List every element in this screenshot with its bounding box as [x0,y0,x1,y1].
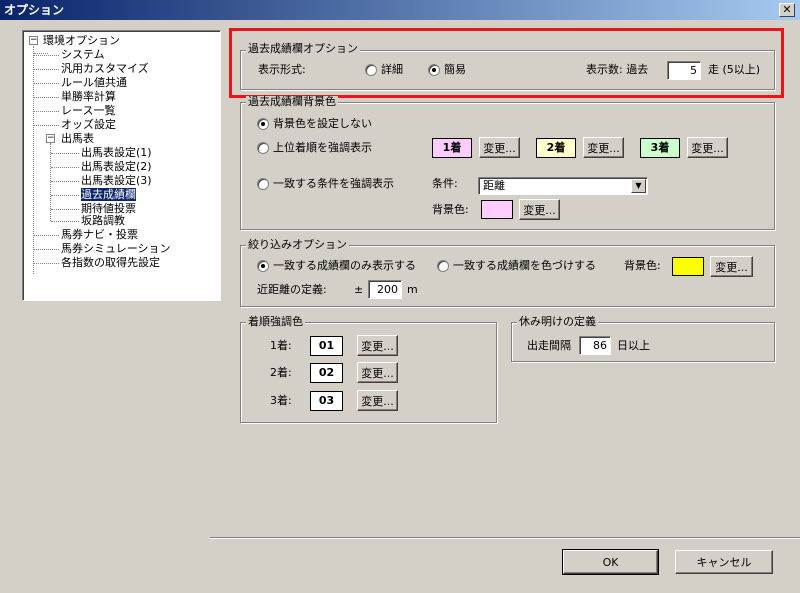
tree-item-entry-settings-2[interactable]: 出馬表設定(2) [81,160,152,173]
tree-item-slope-training[interactable]: 坂路調教 [81,214,125,227]
tree-connector [34,235,59,236]
tree-connector [51,195,79,196]
display-count-suffix: 走 (5以上) [708,63,761,76]
tree-connector [51,221,79,222]
display-format-label: 表示形式: [258,63,306,76]
tree-item-ticket-navi[interactable]: 馬券ナビ・投票 [61,228,138,241]
filter-bg-swatch [672,257,704,276]
tree-connector [34,263,59,264]
no-bg-label[interactable]: 背景色を設定しない [273,117,372,131]
tree-connector [34,111,59,112]
format-detail-label[interactable]: 詳細 [381,63,403,77]
rank-color-value-2: 02 [310,363,343,383]
no-bg-radio[interactable] [257,118,269,130]
tree-item-entry-settings-1[interactable]: 出馬表設定(1) [81,146,152,159]
tree-connector [33,46,34,274]
tree-item-ticket-simulation[interactable]: 馬券シミュレーション [61,242,171,255]
tree-item-index-source[interactable]: 各指数の取得先設定 [61,256,160,269]
match-condition-radio[interactable] [257,178,269,190]
format-simple-radio[interactable] [428,64,440,76]
tree-item-customize[interactable]: 汎用カスタマイズ [61,62,149,75]
match-bg-swatch [481,200,513,219]
tree-connector [34,69,59,70]
display-count-input[interactable] [667,61,701,80]
window-titlebar: オプション [0,0,800,20]
tree-item-system[interactable]: システム [61,48,105,61]
tree-item-win-rate[interactable]: 単勝率計算 [61,90,116,103]
tree-connector [51,167,79,168]
cancel-button[interactable]: キャンセル [675,550,773,574]
match-bg-label: 背景色: [432,203,469,216]
only-matching-radio[interactable] [257,260,269,272]
tree-connector [34,83,59,84]
rank-color-group-label: 着順強調色 [246,315,305,328]
tree-item-odds[interactable]: オッズ設定 [61,118,116,131]
ok-button[interactable]: OK [562,549,659,575]
rank3-swatch: 3着 [640,138,680,158]
tree-connector [34,249,59,250]
condition-select-value: 距離 [483,179,505,192]
rank-color-label-3: 3着: [270,394,292,407]
tree-item-rules[interactable]: ルール値共通 [61,76,127,89]
tree-connector [34,55,59,56]
tree-connector [34,53,48,54]
tree-item-entry-settings-3[interactable]: 出馬表設定(3) [81,174,152,187]
entry-table-collapse-toggle[interactable]: − [46,134,55,143]
settings-tree: − 環境オプション システム 汎用カスタマイズ ルール値共通 単勝率計算 レース… [22,30,221,301]
filter-bg-change-button[interactable]: 変更... [710,256,753,277]
tree-connector [34,97,59,98]
color-matching-radio[interactable] [437,260,449,272]
past-results-group-label: 過去成績欄オプション [246,42,360,55]
distance-unit: m [407,283,418,296]
footer-separator [210,537,800,539]
format-detail-radio[interactable] [365,64,377,76]
tree-connector [51,181,79,182]
interval-input[interactable] [579,336,611,355]
rank-color-label-2: 2着: [270,366,292,379]
filter-group-label: 絞り込みオプション [246,238,349,251]
highlight-rank-radio[interactable] [257,142,269,154]
rank3-change-button[interactable]: 変更... [687,137,728,158]
close-button[interactable]: ✕ [779,3,795,17]
rank-color-change-button-2[interactable]: 変更... [357,362,398,383]
rank-color-value-1: 01 [310,336,343,356]
rest-group-label: 休み明けの定義 [517,315,598,328]
only-matching-label[interactable]: 一致する成績欄のみ表示する [273,259,416,273]
bg-color-group-label: 過去成績欄背景色 [246,95,338,108]
condition-label: 条件: [432,177,458,190]
tree-item-past-results[interactable]: 過去成績欄 [81,188,136,201]
rank-color-value-3: 03 [310,391,343,411]
match-bg-change-button[interactable]: 変更... [519,199,560,220]
match-condition-label[interactable]: 一致する条件を強調表示 [273,177,394,191]
rank1-change-button[interactable]: 変更... [479,137,520,158]
rank-color-label-1: 1着: [270,339,292,352]
distance-input[interactable] [368,280,402,299]
chevron-down-icon[interactable]: ▼ [631,179,646,193]
rank-color-change-button-3[interactable]: 変更... [357,390,398,411]
tree-connector [34,125,59,126]
plus-minus-label: ± [354,283,364,296]
interval-label: 出走間隔 [527,339,571,352]
rank2-swatch: 2着 [536,138,576,158]
tree-connector [51,209,79,210]
filter-group [240,245,775,307]
tree-item-entry-table[interactable]: 出馬表 [61,132,94,145]
rank2-change-button[interactable]: 変更... [583,137,624,158]
rank-color-change-button-1[interactable]: 変更... [357,335,398,356]
root-collapse-toggle[interactable]: − [29,36,38,45]
window-title: オプション [4,3,65,17]
format-simple-label[interactable]: 簡易 [444,63,466,77]
condition-select[interactable]: 距離 ▼ [478,177,648,195]
distance-label: 近距離の定義: [257,283,327,296]
tree-item-race-list[interactable]: レース一覧 [61,104,115,117]
tree-root[interactable]: 環境オプション [43,34,120,47]
interval-suffix: 日以上 [617,339,650,352]
rank1-swatch: 1着 [432,138,472,158]
color-matching-label[interactable]: 一致する成績欄を色づけする [453,259,596,273]
filter-bg-label: 背景色: [624,259,661,272]
highlight-rank-label[interactable]: 上位着順を強調表示 [273,141,372,155]
display-count-label: 表示数: 過去 [586,63,649,76]
tree-connector [51,153,79,154]
